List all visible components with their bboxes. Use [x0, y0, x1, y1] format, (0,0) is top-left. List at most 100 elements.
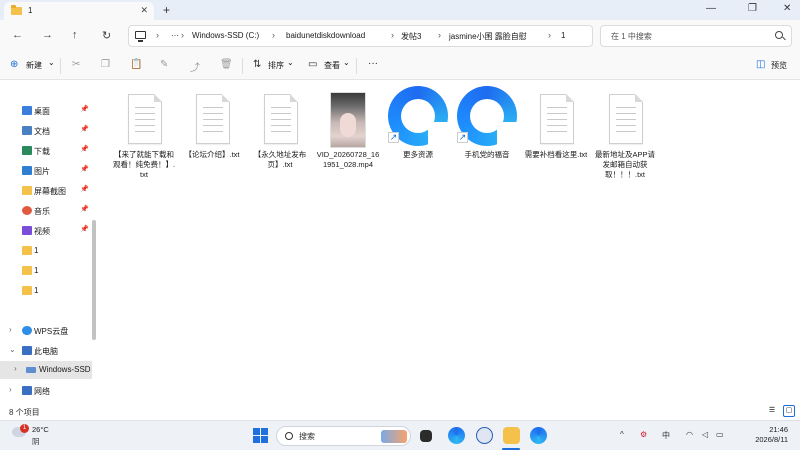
file-item[interactable]: 【来了就能下载和观看！纯免费！】.txt [112, 86, 176, 196]
address-bar[interactable]: › ··· › Windows-SSD (C:) › baidunetdiskd… [128, 25, 593, 47]
tab-folder-1[interactable]: 1 ✕ [4, 2, 154, 20]
folder-icon [22, 266, 32, 275]
speaker-icon[interactable]: ◁ [702, 430, 708, 439]
clock[interactable]: 21:46 2026/8/11 [738, 425, 788, 445]
chevron-down-icon[interactable]: ⌄ [9, 345, 16, 354]
file-item[interactable]: 【永久地址发布页】.txt [248, 86, 312, 196]
sort-icon: ⇅ [253, 59, 262, 70]
breadcrumb-post3[interactable]: 发帖3 [401, 31, 421, 42]
maximize-button[interactable]: ❐ [748, 3, 757, 14]
file-item[interactable]: 【论坛介绍】.txt [180, 86, 244, 196]
details-view-icon[interactable]: ☰ [766, 405, 778, 417]
copy-icon[interactable]: ❐ [101, 59, 110, 70]
chevron-down-icon[interactable]: ⌄ [343, 58, 350, 67]
chevron-right-icon: › [272, 30, 275, 40]
tray-app-icon[interactable]: ⚙ [640, 430, 647, 439]
sidebar-item-folder-1[interactable]: 1 [0, 282, 92, 300]
refresh-button[interactable]: ↻ [102, 29, 111, 42]
pin-icon: 📌 [80, 206, 89, 213]
breadcrumb-current[interactable]: 1 [561, 31, 565, 40]
documents-icon [22, 126, 32, 135]
sidebar-item-videos[interactable]: 视频 📌 [0, 222, 92, 240]
battery-icon[interactable]: ▭ [716, 430, 724, 439]
search-input[interactable]: 在 1 中搜索 [600, 25, 792, 47]
up-button[interactable]: ↑ [72, 29, 78, 41]
preview-pane-icon: ◫ [756, 59, 766, 70]
back-button[interactable]: ← [12, 29, 23, 41]
new-tab-button[interactable]: + [163, 3, 170, 17]
paste-icon[interactable]: 📋 [130, 59, 142, 70]
chevron-right-icon[interactable]: › [9, 325, 12, 334]
text-file-icon [540, 94, 574, 144]
file-list: 【来了就能下载和观看！纯免费！】.txt 【论坛介绍】.txt 【永久地址发布页… [100, 80, 800, 402]
pin-icon: 📌 [80, 186, 89, 193]
browser-app-icon[interactable] [530, 427, 547, 444]
sidebar-item-folder-1[interactable]: 1 [0, 242, 92, 260]
search-icon [285, 432, 293, 440]
wifi-icon[interactable]: ◠ [686, 430, 693, 439]
breadcrumb-download[interactable]: baidunetdiskdownload [286, 31, 365, 40]
network-icon [22, 386, 32, 395]
sidebar-item-label: 此电脑 [34, 347, 58, 356]
status-bar: 8 个项目 ☰ ▢ [0, 402, 800, 420]
file-name: 最新地址及APP请发邮箱自动获取！！！.txt [594, 150, 655, 179]
breadcrumb-jasmine[interactable]: jasmine小囷 露脸自慰 [449, 31, 527, 42]
delete-icon[interactable]: 🗑 [220, 59, 233, 70]
more-options-button[interactable]: ··· [368, 58, 378, 69]
sidebar-item-this-pc[interactable]: ⌄ 此电脑 [0, 342, 92, 360]
sidebar-item-wps-cloud[interactable]: › WPS云盘 [0, 322, 92, 340]
folder-icon [11, 5, 22, 15]
chevron-right-icon[interactable]: › [14, 364, 17, 373]
view-button[interactable]: 查看 [324, 60, 340, 71]
new-dropdown-icon[interactable]: ⌄ [48, 58, 55, 67]
sidebar-item-desktop[interactable]: 桌面 📌 [0, 102, 92, 120]
sidebar-scrollbar[interactable] [92, 220, 96, 340]
ime-indicator[interactable]: 中 [662, 430, 670, 441]
sidebar-item-network[interactable]: › 网络 [0, 382, 92, 400]
task-view-icon[interactable] [420, 430, 432, 442]
minimize-button[interactable]: — [706, 3, 716, 14]
preview-button[interactable]: 预览 [771, 60, 787, 71]
file-item[interactable]: ↗ 更多资源 [386, 86, 450, 196]
date: 2026/8/11 [755, 435, 788, 444]
breadcrumb-more[interactable]: ··· [171, 31, 179, 40]
drive-icon [26, 367, 36, 373]
breadcrumb-drive[interactable]: Windows-SSD (C:) [192, 31, 259, 40]
tray-chevron-icon[interactable]: ^ [620, 430, 624, 439]
large-icons-view-icon[interactable]: ▢ [783, 405, 795, 417]
sidebar-item-screenshots[interactable]: 屏幕截图 📌 [0, 182, 92, 200]
file-explorer-icon[interactable] [503, 427, 520, 444]
close-window-button[interactable]: ✕ [783, 3, 791, 14]
rename-icon[interactable]: ✎ [160, 59, 168, 70]
sidebar-item-windows-ssd[interactable]: › Windows-SSD [0, 361, 92, 379]
temperature[interactable]: 26°C [32, 425, 49, 434]
new-button[interactable]: 新建 [26, 60, 42, 71]
app-icon[interactable] [476, 427, 493, 444]
file-item[interactable]: 最新地址及APP请发邮箱自动获取！！！.txt [593, 86, 657, 196]
sidebar-item-pictures[interactable]: 图片 📌 [0, 162, 92, 180]
chevron-right-icon[interactable]: › [9, 385, 12, 394]
share-icon[interactable]: ⤴ [190, 59, 200, 74]
forward-button[interactable]: → [42, 29, 53, 41]
sidebar-item-documents[interactable]: 文档 📌 [0, 122, 92, 140]
sidebar-item-music[interactable]: 音乐 📌 [0, 202, 92, 220]
tab-close-icon[interactable]: ✕ [140, 5, 148, 16]
taskbar-search-input[interactable]: 搜索 [276, 426, 411, 446]
shortcut-arrow-icon: ↗ [388, 132, 399, 143]
time: 21:46 [769, 425, 788, 434]
folder-icon [22, 286, 32, 295]
file-item[interactable]: VID_20260728_161951_028.mp4 [316, 86, 380, 196]
pin-icon: 📌 [80, 106, 89, 113]
sort-button[interactable]: 排序 [268, 60, 284, 71]
file-item[interactable]: 需要补档看这里.txt [524, 86, 588, 196]
cut-icon[interactable]: ✂ [72, 59, 80, 70]
sidebar-item-downloads[interactable]: 下载 📌 [0, 142, 92, 160]
windows-start-icon[interactable] [253, 428, 268, 443]
chevron-right-icon: › [391, 30, 394, 40]
sidebar-item-folder-1[interactable]: 1 [0, 262, 92, 280]
chevron-down-icon[interactable]: ⌄ [287, 58, 294, 67]
taskbar: 1 26°C 阴 搜索 ^ ⚙ 中 ◠ ◁ ▭ 21:46 2026/8/11 [0, 420, 800, 450]
browser-app-icon[interactable] [448, 427, 465, 444]
file-item[interactable]: ↗ 手机党的福音 [455, 86, 519, 196]
weather-condition[interactable]: 阴 [32, 436, 40, 447]
